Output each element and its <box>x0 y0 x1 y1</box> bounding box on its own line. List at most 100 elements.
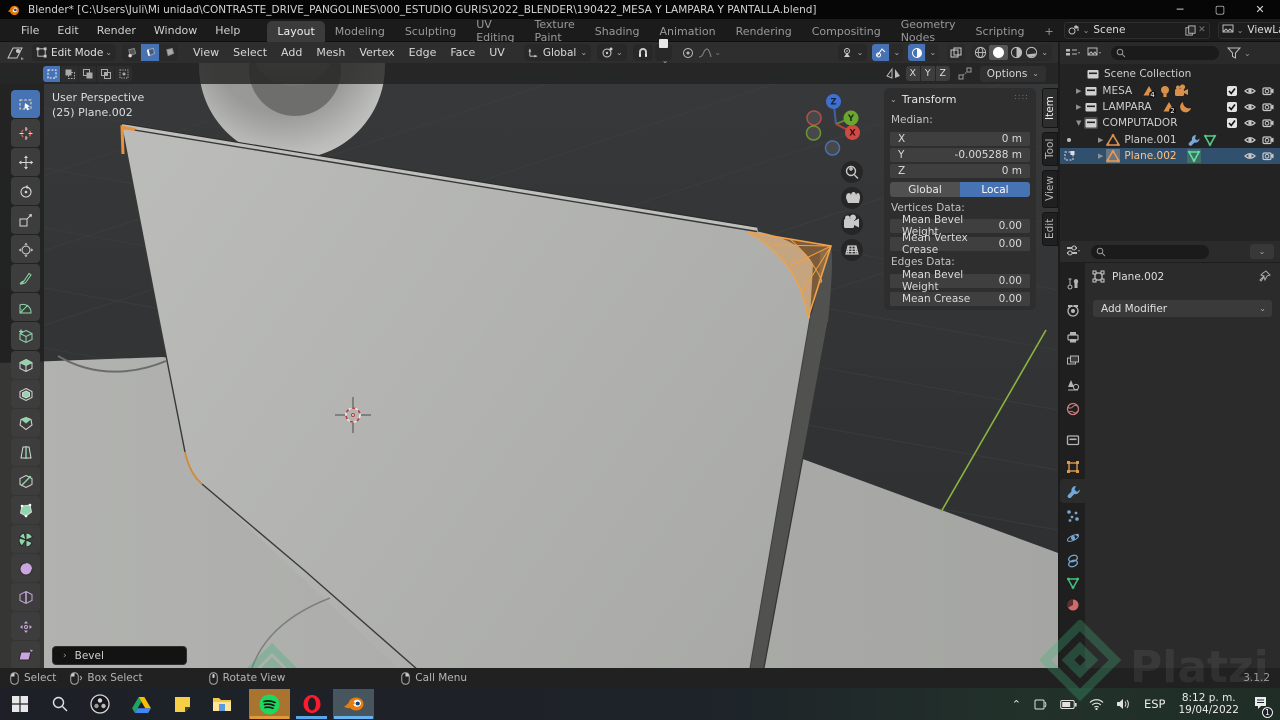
xray-dropdown[interactable]: ⌄ <box>926 44 940 61</box>
workspace-tab[interactable]: UV Editing <box>466 18 524 44</box>
mode-dropdown[interactable]: Edit Mode ⌄ <box>32 44 116 61</box>
wireframe-shading-icon[interactable] <box>973 46 988 59</box>
add-cube-tool[interactable] <box>11 322 40 350</box>
rendered-shading-icon[interactable] <box>1024 46 1039 59</box>
material-shading-icon[interactable] <box>1009 46 1024 59</box>
outliner-collection-mesa[interactable]: ▶ MESA 4 <box>1060 83 1280 99</box>
tab-render[interactable] <box>1060 299 1085 323</box>
snap-toggle[interactable] <box>632 44 653 61</box>
outliner-collection-computador[interactable]: ▼ COMPUTADOR <box>1060 115 1280 131</box>
tab-particles[interactable] <box>1060 504 1085 528</box>
npanel-tab-view[interactable]: View <box>1042 170 1058 208</box>
close-button[interactable]: ✕ <box>1240 0 1280 19</box>
outliner-search-input[interactable] <box>1111 46 1219 60</box>
battery-icon[interactable] <box>1060 699 1077 710</box>
blender-taskbar-button[interactable] <box>333 689 374 719</box>
add-workspace-button[interactable]: + <box>1034 21 1063 42</box>
hide-viewport-icon[interactable] <box>1244 101 1256 113</box>
topbar-menu-item[interactable]: Render <box>88 19 145 42</box>
select-invert-mode[interactable] <box>97 65 114 82</box>
inset-faces-tool[interactable] <box>11 380 40 408</box>
operator-panel-bevel[interactable]: › Bevel <box>52 646 187 665</box>
pin-icon[interactable] <box>1258 270 1271 283</box>
tab-world[interactable] <box>1060 397 1085 421</box>
cursor-tool[interactable] <box>11 119 40 147</box>
workspace-tab[interactable]: Compositing <box>802 21 891 42</box>
properties-search-input[interactable] <box>1091 244 1209 259</box>
loop-cut-tool[interactable] <box>11 438 40 466</box>
npanel-tab-edit[interactable]: Edit <box>1042 212 1058 246</box>
mean-crease-field[interactable]: Mean Crease 0.00 <box>890 292 1030 306</box>
workspace-tab[interactable]: Geometry Nodes <box>891 18 966 44</box>
collapse-arrow-icon[interactable]: ▼ <box>1076 119 1081 127</box>
outliner-filter-icon[interactable] <box>1227 47 1241 60</box>
select-extend-mode[interactable] <box>61 65 78 82</box>
npanel-tab-item[interactable]: Item <box>1042 88 1058 128</box>
outliner-scene-collection[interactable]: Scene Collection <box>1060 66 1280 82</box>
select-set-mode[interactable] <box>43 65 60 82</box>
mirror-y-button[interactable]: Y <box>920 66 935 81</box>
wifi-icon[interactable] <box>1089 698 1104 710</box>
breadcrumb-object-name[interactable]: Plane.002 <box>1112 271 1164 283</box>
minimize-button[interactable]: ─ <box>1160 0 1200 19</box>
snap-target-dropdown[interactable]: ⌄ <box>654 38 673 65</box>
viewport-menu-item[interactable]: Mesh <box>309 46 352 59</box>
disable-render-icon[interactable] <box>1262 117 1274 129</box>
snap-options-icon[interactable] <box>958 67 972 80</box>
face-select-button[interactable] <box>160 44 178 61</box>
viewlayer-selector[interactable]: ⌄ ViewLayer ✕ <box>1217 21 1280 39</box>
workspace-tab[interactable]: Sculpting <box>395 21 466 42</box>
spin-tool[interactable] <box>11 525 40 553</box>
topbar-menu-item[interactable]: File <box>12 19 48 42</box>
disable-render-icon[interactable] <box>1262 85 1274 97</box>
topbar-menu-item[interactable]: Help <box>206 19 249 42</box>
mean-vertex-crease-field[interactable]: Mean Vertex Crease 0.00 <box>890 232 1030 256</box>
show-gizmo-dropdown[interactable]: ⌄ <box>837 44 868 61</box>
hide-viewport-icon[interactable] <box>1244 85 1256 97</box>
median-z-field[interactable]: Z0 m <box>890 164 1030 178</box>
outliner-object-plane002[interactable]: ▶ Plane.002 <box>1060 148 1280 164</box>
speaker-icon[interactable] <box>1116 698 1131 710</box>
viewport-menu-item[interactable]: Edge <box>402 46 444 59</box>
global-button[interactable]: Global <box>890 182 960 197</box>
expand-arrow-icon[interactable]: ▶ <box>1098 136 1103 144</box>
new-scene-icon[interactable] <box>1185 24 1196 36</box>
file-explorer-icon[interactable] <box>212 696 232 712</box>
viewport-menu-item[interactable]: View <box>186 46 226 59</box>
tab-constraints[interactable] <box>1060 549 1085 573</box>
tab-material[interactable] <box>1060 593 1085 617</box>
median-x-field[interactable]: X0 m <box>890 132 1030 146</box>
workspace-tab[interactable]: Rendering <box>726 21 802 42</box>
expand-arrow-icon[interactable]: ▶ <box>1098 152 1103 160</box>
disable-render-icon[interactable] <box>1262 101 1274 113</box>
tab-output[interactable] <box>1060 325 1085 349</box>
scale-tool[interactable] <box>11 206 40 234</box>
proportional-edit-toggle[interactable]: ⌄ <box>678 44 725 61</box>
viewport-menu-item[interactable]: UV <box>482 46 512 59</box>
keyboard-language[interactable]: ESP <box>1144 697 1166 711</box>
collapse-caret-icon[interactable]: ⌄ <box>890 95 897 104</box>
solid-shading-button[interactable] <box>989 45 1009 60</box>
hide-viewport-icon[interactable] <box>1244 134 1256 146</box>
windows-start-icon[interactable] <box>12 696 28 712</box>
tray-device-icon[interactable] <box>1033 698 1048 711</box>
outliner-object-plane001[interactable]: ▶ Plane.001 <box>1060 132 1280 148</box>
workspace-tab[interactable]: Texture Paint <box>525 18 585 44</box>
tab-scene[interactable] <box>1060 373 1085 397</box>
overlays-dropdown[interactable]: ⌄ <box>890 44 904 61</box>
local-button[interactable]: Local <box>960 182 1030 197</box>
scene-selector[interactable]: ⌄ Scene ✕ <box>1063 21 1210 39</box>
smooth-tool[interactable] <box>11 554 40 582</box>
viewport-menu-item[interactable]: Vertex <box>352 46 401 59</box>
tab-object-data[interactable] <box>1060 571 1085 595</box>
median-y-field[interactable]: Y -0.005288 m <box>890 148 1030 162</box>
select-intersect-mode[interactable] <box>115 65 132 82</box>
workspace-tab[interactable]: Layout <box>267 20 325 42</box>
disable-render-icon[interactable] <box>1262 134 1274 146</box>
checkbox-icon[interactable] <box>1226 117 1238 129</box>
mean-bevel-weight-vertex-field[interactable]: Mean Bevel Weight 0.00 <box>890 214 1030 238</box>
toggle-xray-button[interactable] <box>947 44 966 61</box>
bevel-tool[interactable] <box>11 409 40 437</box>
checkbox-icon[interactable] <box>1226 85 1238 97</box>
pivot-point-dropdown[interactable]: ⌄ <box>597 44 627 61</box>
